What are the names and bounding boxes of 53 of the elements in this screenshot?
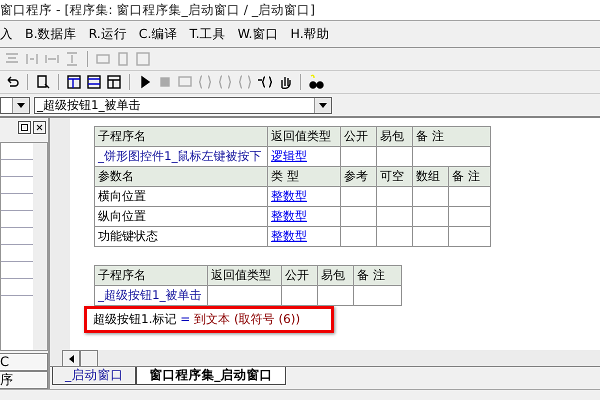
type-link[interactable]: 整数型 — [268, 186, 340, 206]
column-header: 可空 — [376, 166, 412, 186]
param-name: 纵向位置 — [94, 206, 268, 226]
layout-icon[interactable] — [66, 74, 82, 90]
event-combo[interactable]: _超级按钮1_被单击 — [34, 96, 332, 114]
binoculars-icon[interactable] — [308, 74, 324, 90]
close-icon[interactable] — [36, 124, 43, 131]
column-header: 备 注 — [354, 266, 402, 286]
subroutine-name: _超级按钮1_被单击 — [94, 286, 208, 306]
column-header: 易包 — [376, 126, 412, 146]
side-tab[interactable]: 序 — [0, 371, 48, 389]
param-name: 功能键状态 — [94, 226, 268, 246]
caret-icon[interactable] — [17, 102, 25, 108]
column-header: 子程序名 — [94, 266, 208, 286]
column-header: 返回值类型 — [268, 126, 340, 146]
type-link[interactable]: 逻辑型 — [268, 146, 340, 166]
menu-item[interactable]: C.编译 — [138, 26, 178, 42]
layout-icon[interactable] — [106, 74, 122, 90]
menu-item[interactable]: 入 — [0, 26, 13, 42]
close-button[interactable] — [33, 121, 46, 134]
type-link[interactable]: 整数型 — [268, 226, 340, 246]
maximize-button[interactable] — [18, 121, 31, 134]
menu-item[interactable]: H.帮助 — [290, 26, 330, 42]
menu-item[interactable]: B.数据库 — [25, 26, 77, 42]
param-name: 横向位置 — [94, 186, 268, 206]
column-header: 备 注 — [448, 166, 491, 186]
type-link[interactable]: 整数型 — [268, 206, 340, 226]
side-tab[interactable]: C — [0, 353, 48, 371]
combo-box[interactable] — [0, 96, 30, 114]
maximize-icon[interactable] — [21, 124, 28, 131]
column-header: 易包 — [318, 266, 354, 286]
column-header: 数组 — [412, 166, 448, 186]
subroutine-name: _饼形图控件1_鼠标左键被按下 — [94, 146, 268, 166]
document-tab[interactable]: _启动窗口 — [52, 367, 136, 385]
column-header: 类 型 — [268, 166, 340, 186]
column-header: 公开 — [340, 126, 376, 146]
column-header: 备 注 — [412, 126, 491, 146]
layout-icon[interactable] — [86, 74, 102, 90]
left-arrow-icon[interactable] — [68, 354, 74, 362]
column-header: 子程序名 — [94, 126, 268, 146]
menu-item[interactable]: T.工具 — [189, 26, 226, 42]
column-header: 参数名 — [94, 166, 268, 186]
braces-icon[interactable] — [257, 74, 273, 90]
window-title: 窗口程序 - [程序集: 窗口程序集_启动窗口 / _启动窗口] — [0, 0, 600, 21]
menu-item[interactable]: W.窗口 — [238, 26, 279, 42]
document-tab[interactable]: 窗口程序集_启动窗口 — [136, 367, 286, 385]
scroll-left-button[interactable] — [62, 350, 80, 367]
column-header: 参考 — [340, 166, 376, 186]
caret-icon[interactable] — [319, 102, 327, 108]
column-header: 返回值类型 — [208, 266, 282, 286]
column-header: 公开 — [282, 266, 318, 286]
preview-icon[interactable] — [35, 74, 51, 90]
menu-item[interactable]: R.运行 — [88, 26, 127, 42]
